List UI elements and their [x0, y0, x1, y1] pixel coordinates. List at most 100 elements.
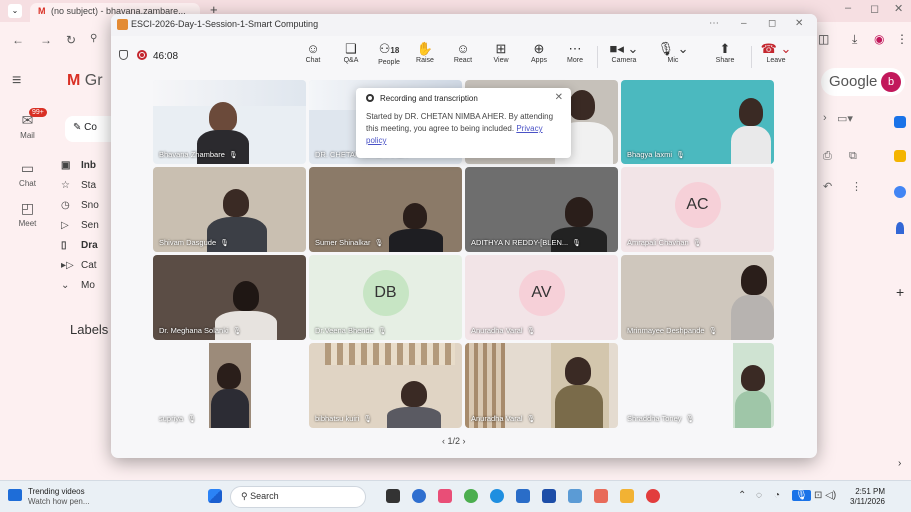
camera-button[interactable]: ■◂ ⌄ Camera	[607, 41, 641, 64]
widgets-button[interactable]: Trending videos Watch how pen...	[8, 487, 90, 507]
file-explorer-icon[interactable]	[620, 489, 634, 503]
tasks-icon[interactable]	[894, 186, 906, 198]
rail-item-chat[interactable]: ▭ Chat	[0, 160, 55, 188]
network-volume-icon[interactable]: ⊡ ◁)	[814, 490, 836, 501]
tray-app-icon[interactable]: ◌	[756, 490, 762, 501]
pencil-icon: ✎	[73, 122, 85, 133]
edge-icon[interactable]	[490, 489, 504, 503]
leave-button[interactable]: ☎ ⌄ Leave	[759, 41, 793, 64]
browser-close-button[interactable]: ✕	[894, 2, 903, 15]
participant-tile[interactable]: supriya 🎙	[153, 343, 306, 428]
app-icon[interactable]	[438, 489, 452, 503]
nav-item-snoozed[interactable]: ◷ Sno	[61, 200, 117, 218]
more-button[interactable]: ⋯ More	[558, 41, 592, 64]
nav-item-more[interactable]: ⌄ Mo	[61, 280, 117, 298]
participant-tile[interactable]: Dr. Meghana Solanki 🎙	[153, 255, 306, 340]
main-menu-icon[interactable]: ≡	[12, 72, 21, 90]
chevron-right-icon[interactable]: ›	[823, 112, 827, 124]
raise-hand-button[interactable]: ✋ Raise	[408, 41, 442, 64]
participant-tile[interactable]: AV Anuradha Varal 🎙	[465, 255, 618, 340]
mic-icon[interactable]: 🎙	[792, 490, 811, 501]
nav-label-more: Mo	[81, 280, 95, 291]
gallery-pager[interactable]: ‹ 1/2 ›	[442, 436, 466, 446]
participant-tile[interactable]: AC Amrapali Chavhan 🎙	[621, 167, 774, 252]
chrome-icon[interactable]	[646, 489, 660, 503]
share-button[interactable]: ⬆ Share	[708, 41, 742, 64]
rail-item-meet[interactable]: ◰ Meet	[0, 200, 55, 228]
open-new-window-icon[interactable]: ⧉	[849, 150, 857, 163]
chevron-up-icon[interactable]: ⌃	[738, 490, 746, 501]
nav-item-starred[interactable]: ☆ Sta	[61, 180, 117, 198]
app-icon[interactable]	[516, 489, 530, 503]
back-icon[interactable]: ←	[12, 33, 24, 47]
keep-icon[interactable]	[894, 150, 906, 162]
download-icon[interactable]: ⤓	[852, 32, 857, 47]
view-button[interactable]: ⊞ View	[484, 41, 518, 64]
participant-tile[interactable]: Anuradha Varal 🎙	[465, 343, 618, 428]
nav-item-categories[interactable]: ▸▷ Cat	[61, 260, 117, 278]
browser-minimize-button[interactable]: –	[845, 2, 851, 14]
chevron-right-icon[interactable]: ›	[460, 436, 466, 446]
taskbar-search[interactable]: ⚲ Search	[230, 486, 366, 508]
participant-tile[interactable]: ADITHYA N REDDY-[BLEN... 🎙	[465, 167, 618, 252]
app-icon[interactable]	[594, 489, 608, 503]
rail-item-mail[interactable]: ✉ 99+ Mail	[0, 108, 55, 140]
reply-icon[interactable]: ↶	[823, 180, 832, 193]
calendar-icon[interactable]	[894, 116, 906, 128]
nav-item-drafts[interactable]: ▯ Dra	[61, 240, 117, 258]
reload-icon[interactable]: ↻	[66, 33, 76, 47]
raise-hand-icon: ✋	[416, 41, 434, 56]
meeting-maximize-button[interactable]: ◻	[768, 18, 776, 29]
gmail-logo[interactable]: M Gr	[67, 72, 103, 90]
participant-name: Dr.Veena Bhende 🎙	[315, 326, 387, 335]
app-icon[interactable]	[464, 489, 478, 503]
taskbar-search-label: Search	[250, 491, 279, 501]
extension-icon[interactable]: ◫	[818, 32, 829, 46]
person-image	[565, 197, 593, 227]
nav-item-inbox[interactable]: ▣ Inb	[61, 160, 117, 178]
gmail-logo-icon: M	[38, 6, 46, 16]
start-icon[interactable]	[208, 489, 222, 503]
participant-tile[interactable]: Shivam Dasgude 🎙	[153, 167, 306, 252]
apps-button[interactable]: ⊕ Apps	[522, 41, 556, 64]
app-icon[interactable]	[542, 489, 556, 503]
forward-icon[interactable]: →	[40, 33, 52, 47]
participant-tile[interactable]: Bhagya laxmi 🎙	[621, 80, 774, 164]
browser-restore-button[interactable]: ◻	[870, 2, 879, 15]
add-addon-icon[interactable]: +	[896, 284, 904, 300]
browser-menu-icon[interactable]: ⋮	[896, 32, 908, 46]
contacts-icon[interactable]	[896, 222, 904, 234]
tray-app-icon[interactable]: ◔	[774, 490, 780, 501]
mic-button[interactable]: 🎙 ⌄ Mic	[656, 41, 690, 64]
site-settings-icon[interactable]: ⚲	[90, 33, 97, 44]
nav-label-starred: Sta	[81, 180, 97, 191]
react-button[interactable]: ☺ React	[446, 41, 480, 64]
profile-icon[interactable]: ◉	[874, 32, 884, 46]
app-icon[interactable]	[412, 489, 426, 503]
meeting-toolbar: 46:08 ☺ Chat ❑ Q&A ⚇18 People ✋ Raise ☺ React…	[111, 36, 817, 74]
participant-tile[interactable]: Bhavana Zhambare 🎙	[153, 80, 306, 164]
task-view-icon[interactable]	[386, 489, 400, 503]
meeting-minimize-button[interactable]: –	[741, 18, 747, 29]
participant-name: Dr. Meghana Solanki 🎙	[159, 326, 242, 335]
people-button[interactable]: ⚇18 People	[372, 41, 406, 66]
more-options-icon[interactable]: ⋮	[851, 180, 862, 193]
tab-list-dropdown-icon[interactable]: ⌄	[8, 4, 22, 18]
chat-button[interactable]: ☺ Chat	[296, 41, 330, 64]
input-tools-icon[interactable]: ▭▾	[837, 112, 853, 125]
app-icon[interactable]	[568, 489, 582, 503]
participant-tile[interactable]: DB Dr.Veena Bhende 🎙	[309, 255, 462, 340]
print-icon[interactable]: ⎙	[823, 150, 832, 163]
meeting-close-button[interactable]: ✕	[795, 18, 803, 29]
participant-tile[interactable]: Sumer Shinalkar 🎙	[309, 167, 462, 252]
meeting-more-icon[interactable]: ⋯	[709, 18, 719, 29]
nav-item-sent[interactable]: ▷ Sen	[61, 220, 117, 238]
google-account-button[interactable]: Google b	[821, 68, 905, 96]
clock[interactable]: 2:51 PM 3/11/2026	[850, 487, 885, 507]
participant-tile[interactable]: bibhatsu kuiri 🎙	[309, 343, 462, 428]
close-icon[interactable]: ✕	[555, 92, 563, 103]
qa-button[interactable]: ❑ Q&A	[334, 41, 368, 64]
participant-tile[interactable]: Mrinmayee Deshpande 🎙	[621, 255, 774, 340]
expand-panel-icon[interactable]: ›	[898, 458, 901, 469]
participant-tile[interactable]: Shraddha Toney 🎙	[621, 343, 774, 428]
